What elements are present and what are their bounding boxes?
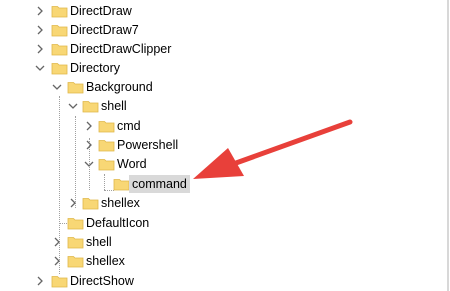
tree-node-shellex[interactable]: shellex [0,194,300,212]
tree-node-label: DefaultIcon [86,216,150,230]
registry-tree: DirectDraw DirectDraw7 DirectDrawClipper… [0,0,450,291]
folder-icon [67,256,84,268]
tree-node-label: Word [117,157,147,171]
folder-icon [51,276,68,288]
tree-node-label: command [129,175,190,193]
chevron-right-icon[interactable] [34,5,46,17]
tree-node-defaulticon[interactable]: DefaultIcon [0,214,300,232]
chevron-right-icon[interactable] [83,120,95,132]
pane-divider [447,0,449,291]
tree-node-label: shell [101,99,127,113]
tree-node-label: Background [86,80,153,94]
chevron-down-icon[interactable] [83,158,95,170]
tree-node-word[interactable]: Word [0,155,300,173]
folder-icon [113,179,130,191]
chevron-right-icon[interactable] [83,139,95,151]
tree-node-label: shellex [86,254,125,268]
tree-node-label: cmd [117,119,141,133]
tree-node-label: shell [86,235,112,249]
tree-node-shell[interactable]: shell [0,233,300,251]
chevron-right-icon[interactable] [34,275,46,287]
tree-node-powershell[interactable]: Powershell [0,136,300,154]
chevron-right-icon[interactable] [34,24,46,36]
folder-icon [98,159,115,171]
folder-icon [67,218,84,230]
tree-node-shellex[interactable]: shellex [0,252,300,270]
tree-node-label: DirectDrawClipper [70,42,172,56]
tree-node-command[interactable]: command [0,175,300,193]
chevron-down-icon[interactable] [34,62,46,74]
tree-node-label: DirectDraw [70,4,132,18]
tree-node-directory[interactable]: Directory [0,59,300,77]
tree-node-label: Powershell [117,138,179,152]
folder-icon [98,140,115,152]
tree-node-background[interactable]: Background [0,78,300,96]
folder-icon [51,44,68,56]
tree-node-label: Directory [70,61,121,75]
tree-node-shell[interactable]: shell [0,97,300,115]
folder-icon [98,121,115,133]
tree-node-label: DirectDraw7 [70,23,139,37]
folder-icon [51,25,68,37]
folder-icon [82,101,99,113]
tree-node-directshow[interactable]: DirectShow [0,272,300,290]
tree-node-label: shellex [101,196,140,210]
chevron-right-icon[interactable] [51,236,63,248]
tree-node-cmd[interactable]: cmd [0,117,300,135]
folder-icon [51,6,68,18]
tree-node-label: DirectShow [70,274,134,288]
chevron-right-icon[interactable] [51,255,63,267]
tree-node-directdrawclipper[interactable]: DirectDrawClipper [0,40,300,58]
folder-icon [82,198,99,210]
chevron-right-icon[interactable] [67,197,79,209]
folder-icon [67,237,84,249]
folder-icon [67,82,84,94]
tree-node-directdraw7[interactable]: DirectDraw7 [0,21,300,39]
tree-node-directdraw[interactable]: DirectDraw [0,2,300,20]
chevron-down-icon[interactable] [51,81,63,93]
chevron-down-icon[interactable] [67,100,79,112]
chevron-right-icon[interactable] [34,43,46,55]
folder-icon [51,63,68,75]
